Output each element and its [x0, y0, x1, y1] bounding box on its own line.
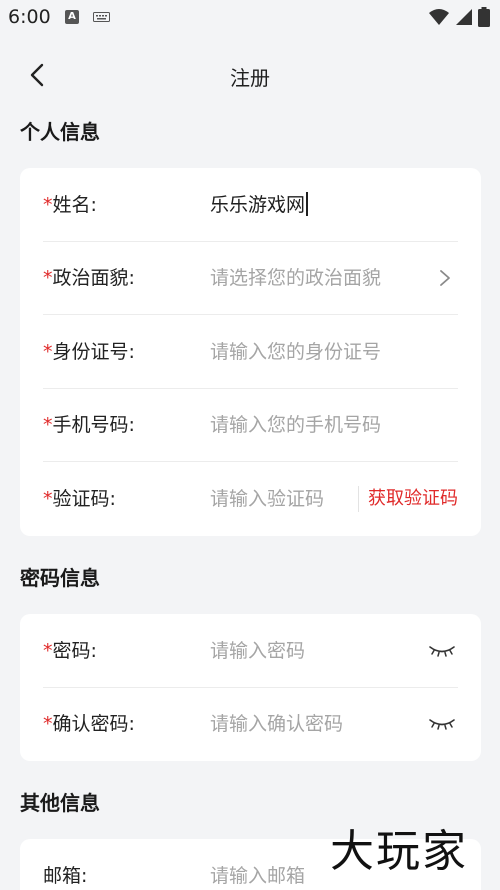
text-caret: [306, 192, 309, 216]
phone-input[interactable]: 请输入您的手机号码: [210, 388, 381, 462]
watermark-logo: 大玩家: [330, 826, 468, 877]
form-row-phone: *手机号码: 请输入您的手机号码: [43, 388, 458, 462]
label-name: *姓名:: [43, 168, 97, 242]
political-select[interactable]: 请选择您的政治面貌: [210, 241, 381, 315]
register-screen: 6:00 A 注册 个人信息 *姓名: 乐乐游戏网 *政治面貌: 请选择您的政治…: [0, 0, 500, 890]
name-input-value: 乐乐游戏网: [210, 194, 306, 216]
label-text: 姓名:: [52, 194, 97, 216]
label-text: 密码:: [52, 640, 97, 662]
email-input[interactable]: 请输入邮箱: [210, 839, 305, 890]
chevron-right-icon: [440, 270, 450, 286]
form-row-confirm-password: *确认密码: 请输入确认密码: [43, 687, 458, 761]
label-text: 验证码:: [52, 488, 116, 510]
label-email: 邮箱:: [43, 865, 88, 887]
get-code-button[interactable]: 获取验证码: [368, 462, 458, 536]
section-title-other: 其他信息: [20, 791, 100, 815]
eye-closed-icon[interactable]: [428, 642, 456, 658]
password-input[interactable]: 请输入密码: [210, 614, 305, 688]
label-political: *政治面貌:: [43, 241, 135, 315]
required-mark: *: [43, 713, 53, 735]
label-text: 确认密码:: [52, 713, 135, 735]
status-time: 6:00: [8, 6, 51, 28]
signal-icon: [456, 9, 472, 25]
status-bar: 6:00 A: [0, 0, 500, 34]
required-mark: *: [43, 194, 53, 216]
form-row-id-number: *身份证号: 请输入您的身份证号: [43, 315, 458, 389]
required-mark: *: [43, 414, 53, 436]
keyboard-icon: [93, 12, 110, 22]
label-id-number: *身份证号:: [43, 315, 135, 389]
label-confirm-password: *确认密码:: [43, 687, 135, 761]
label-text: 身份证号:: [52, 341, 135, 363]
label-text: 政治面貌:: [52, 267, 135, 289]
label-password: *密码:: [43, 614, 97, 688]
eye-closed-icon[interactable]: [428, 715, 456, 731]
card-password-info: *密码: 请输入密码 *确认密码: 请输入确认密码: [20, 614, 481, 761]
verification-code-input[interactable]: 请输入验证码: [210, 462, 324, 536]
form-row-password: *密码: 请输入密码: [43, 614, 458, 688]
card-personal-info: *姓名: 乐乐游戏网 *政治面貌: 请选择您的政治面貌 *身份证号: 请输入您的…: [20, 168, 481, 536]
nav-bar: 注册: [0, 50, 500, 98]
wifi-icon: [429, 9, 449, 25]
form-row-name: *姓名: 乐乐游戏网: [43, 168, 458, 242]
required-mark: *: [43, 267, 53, 289]
name-input[interactable]: 乐乐游戏网: [210, 168, 309, 242]
battery-icon: [478, 7, 490, 27]
required-mark: *: [43, 341, 53, 363]
label-phone: *手机号码:: [43, 388, 135, 462]
form-row-political[interactable]: *政治面貌: 请选择您的政治面貌: [43, 241, 458, 315]
label-text: 手机号码:: [52, 414, 135, 436]
section-title-password: 密码信息: [20, 566, 100, 590]
text-a-icon: A: [65, 10, 79, 24]
form-row-verification-code: *验证码: 请输入验证码 获取验证码: [43, 462, 458, 536]
divider: [358, 486, 359, 512]
confirm-password-input[interactable]: 请输入确认密码: [210, 687, 343, 761]
id-number-input[interactable]: 请输入您的身份证号: [210, 315, 381, 389]
label-verification-code: *验证码:: [43, 462, 116, 536]
section-title-personal: 个人信息: [20, 120, 100, 144]
required-mark: *: [43, 488, 53, 510]
required-mark: *: [43, 640, 53, 662]
page-title: 注册: [230, 66, 270, 90]
